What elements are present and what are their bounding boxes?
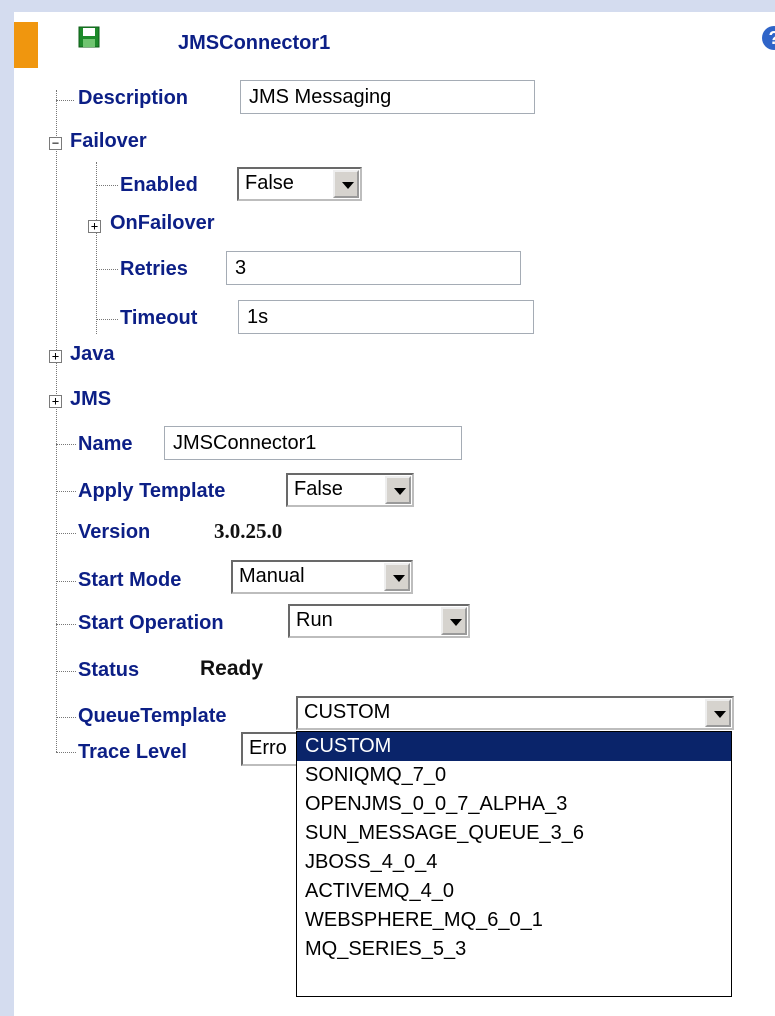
name-label: Name (78, 433, 133, 455)
chevron-down-icon[interactable] (385, 476, 411, 504)
name-field[interactable]: JMSConnector1 (164, 426, 462, 460)
dropdown-option[interactable]: SUN_MESSAGE_QUEUE_3_6 (297, 819, 731, 848)
start-operation-label: Start Operation (78, 612, 224, 634)
tree-connector (96, 269, 118, 270)
dropdown-option[interactable]: WEBSPHERE_MQ_6_0_1 (297, 906, 731, 935)
dropdown-option[interactable]: CUSTOM (297, 732, 731, 761)
trace-level-label: Trace Level (78, 741, 187, 763)
tree-connector (56, 100, 74, 101)
jms-expand-icon[interactable]: + (49, 395, 62, 408)
start-operation-value: Run (296, 609, 333, 631)
chevron-down-icon[interactable] (705, 699, 731, 727)
help-icon[interactable]: ? (762, 26, 775, 50)
apply-template-label: Apply Template (78, 480, 226, 502)
tree-guide-failover (96, 162, 97, 334)
enabled-select-value: False (245, 172, 294, 194)
dropdown-option[interactable]: ACTIVEMQ_4_0 (297, 877, 731, 906)
failover-label[interactable]: Failover (70, 130, 147, 153)
start-operation-select[interactable]: Run (288, 604, 470, 638)
trace-level-value: Erro (249, 737, 287, 759)
panel-header: JMSConnector1 ? (14, 12, 775, 68)
tree-connector (56, 581, 76, 582)
accent-bar (14, 22, 38, 68)
tree-connector (56, 752, 76, 753)
apply-template-value: False (294, 478, 343, 500)
tree-connector (56, 444, 76, 445)
description-field[interactable]: JMS Messaging (240, 80, 535, 114)
dropdown-option[interactable]: MQ_SERIES_5_3 (297, 935, 731, 964)
failover-collapse-icon[interactable]: − (49, 137, 62, 150)
enabled-select[interactable]: False (237, 167, 362, 201)
retries-label: Retries (120, 258, 188, 280)
timeout-label: Timeout (120, 307, 198, 329)
start-mode-select[interactable]: Manual (231, 560, 413, 594)
dropdown-option[interactable]: SONIQMQ_7_0 (297, 761, 731, 790)
queue-template-dropdown-list: CUSTOM SONIQMQ_7_0 OPENJMS_0_0_7_ALPHA_3… (296, 731, 732, 997)
jms-label[interactable]: JMS (70, 388, 111, 411)
tree-connector (56, 624, 76, 625)
chevron-down-icon[interactable] (384, 563, 410, 591)
onfailover-label[interactable]: OnFailover (110, 212, 214, 235)
save-icon[interactable] (78, 26, 100, 48)
tree-connector (56, 491, 76, 492)
tree-connector (56, 533, 76, 534)
version-value: 3.0.25.0 (214, 519, 283, 543)
status-label: Status (78, 659, 140, 681)
chevron-down-icon[interactable] (441, 607, 467, 635)
page-title: JMSConnector1 (178, 32, 331, 54)
tree-connector (56, 671, 76, 672)
tree-connector (96, 185, 118, 186)
timeout-field[interactable]: 1s (238, 300, 534, 334)
queue-template-value: CUSTOM (304, 701, 391, 723)
tree-connector (56, 717, 76, 718)
description-label: Description (78, 87, 189, 109)
queue-template-select[interactable]: CUSTOM (296, 696, 734, 730)
enabled-label: Enabled (120, 174, 198, 196)
dropdown-option[interactable]: JBOSS_4_0_4 (297, 848, 731, 877)
retries-field[interactable]: 3 (226, 251, 521, 285)
start-mode-value: Manual (239, 565, 305, 587)
onfailover-expand-icon[interactable]: + (88, 220, 101, 233)
java-expand-icon[interactable]: + (49, 350, 62, 363)
start-mode-label: Start Mode (78, 569, 182, 591)
version-label: Version (78, 521, 151, 543)
queue-template-label: QueueTemplate (78, 705, 227, 727)
java-label[interactable]: Java (70, 343, 115, 366)
dropdown-option[interactable]: OPENJMS_0_0_7_ALPHA_3 (297, 790, 731, 819)
status-value: Ready (200, 657, 264, 680)
tree-guide-root (56, 90, 57, 752)
tree-connector (96, 319, 118, 320)
apply-template-select[interactable]: False (286, 473, 414, 507)
chevron-down-icon[interactable] (333, 170, 359, 198)
